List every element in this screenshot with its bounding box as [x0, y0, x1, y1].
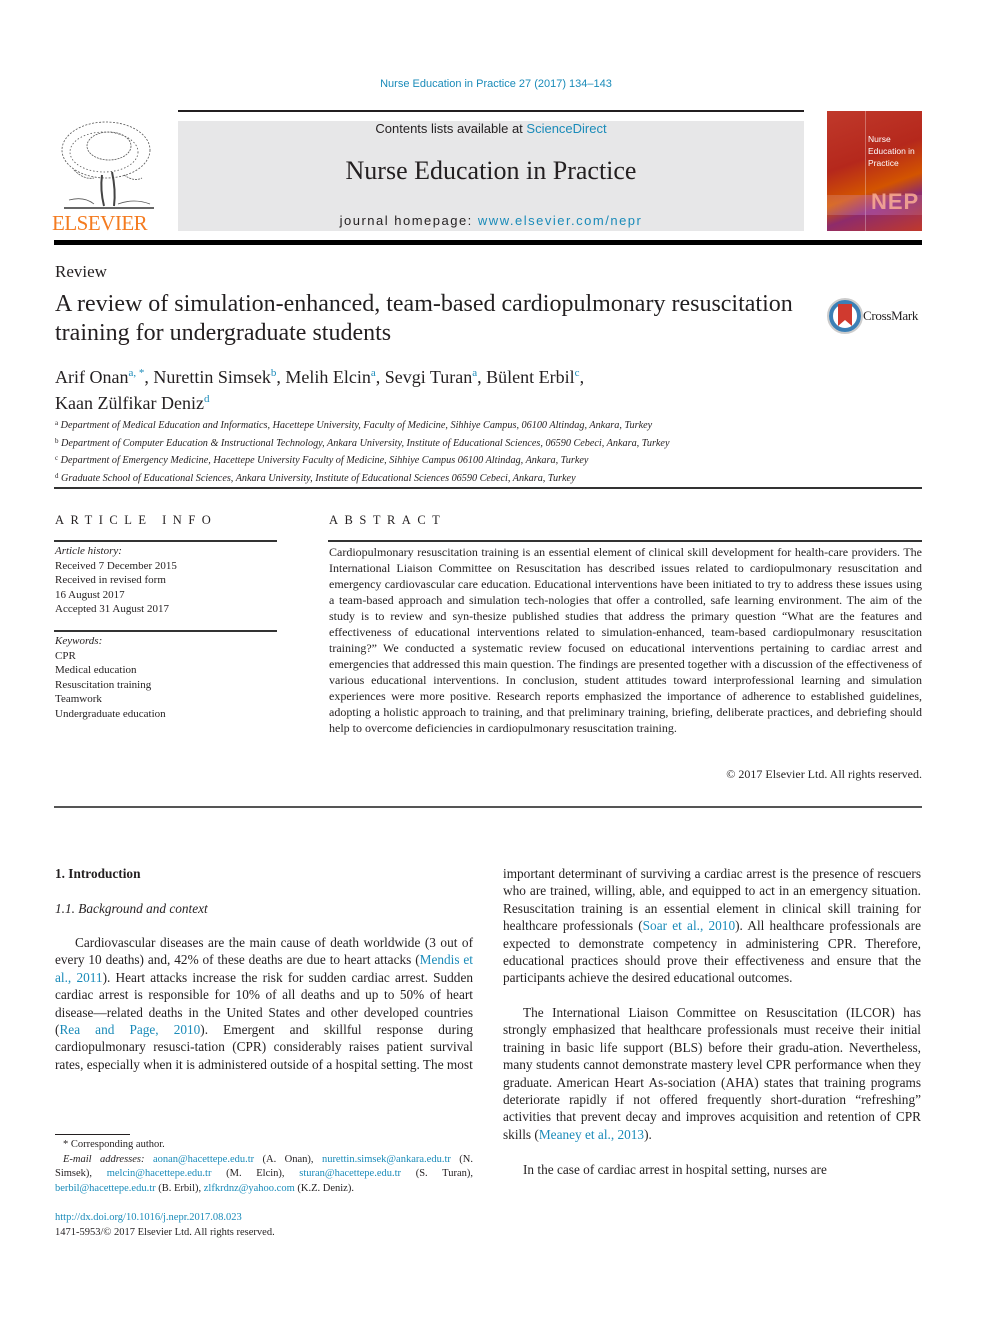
keywords-divider	[54, 630, 277, 632]
journal-title: Nurse Education in Practice	[345, 156, 637, 185]
keywords: Keywords: CPR Medical education Resuscit…	[55, 634, 275, 721]
footnotes: * Corresponding author. E-mail addresses…	[55, 1138, 473, 1196]
abstract-divider	[328, 540, 922, 542]
email-label: E-mail addresses:	[63, 1153, 145, 1165]
cover-title: Nurse Education in Practice	[868, 133, 915, 169]
issn-line: 1471-5953/© 2017 Elsevier Ltd. All right…	[55, 1226, 275, 1238]
affiliation-item: d Graduate School of Educational Science…	[55, 469, 915, 487]
email-link[interactable]: berbil@hacettepe.edu.tr	[55, 1183, 156, 1194]
affiliation-text: Department of Emergency Medicine, Hacett…	[60, 455, 589, 466]
homepage-prefix: journal homepage:	[339, 213, 478, 228]
body-paragraph: Cardiovascular diseases are the main cau…	[55, 934, 473, 1073]
email-owner: (S. Turan),	[401, 1168, 473, 1179]
author-name: Sevgi Turan	[384, 367, 473, 387]
author-name: Kaan Zülfikar Deniz	[55, 393, 204, 413]
affiliation-text: Department of Computer Education & Instr…	[61, 437, 670, 449]
affiliation-key: a	[55, 419, 59, 427]
abstract-text: Cardiopulmonary resuscitation training i…	[329, 545, 922, 735]
body-paragraph: In the case of cardiac arrest in hospita…	[523, 1162, 827, 1177]
author-name: Nurettin Simsek	[153, 367, 271, 387]
email-link[interactable]: nurettin.simsek@ankara.edu.tr	[322, 1154, 451, 1165]
front-matter-divider	[54, 806, 922, 808]
journal-homepage-line: journal homepage: www.elsevier.com/nepr	[178, 213, 804, 228]
doi-block: http://dx.doi.org/10.1016/j.nepr.2017.08…	[55, 1211, 275, 1240]
affiliation-list: a Department of Medical Education and In…	[55, 416, 915, 486]
contents-prefix: Contents lists available at	[375, 121, 527, 136]
author-affil-link[interactable]: b	[271, 367, 277, 379]
email-link[interactable]: zlfkrdnz@yahoo.com	[204, 1183, 295, 1194]
affiliation-text: Graduate School of Educational Sciences,…	[61, 472, 576, 484]
keyword-item: Resuscitation training	[55, 678, 152, 691]
email-link[interactable]: sturan@hacettepe.edu.tr	[299, 1168, 401, 1179]
email-link[interactable]: melcin@hacettepe.edu.tr	[107, 1168, 212, 1179]
abstract-heading: ABSTRACT	[329, 513, 447, 527]
author-list: Arif Onana, *, Nurettin Simsekb, Melih E…	[55, 367, 585, 413]
article-info-heading: ARTICLE INFO	[55, 513, 218, 527]
history-item: 16 August 2017	[55, 588, 125, 601]
abstract-copyright: © 2017 Elsevier Ltd. All rights reserved…	[726, 767, 922, 781]
article-type: Review	[55, 262, 107, 281]
paragraph-text: ).	[644, 1126, 652, 1142]
sciencedirect-link[interactable]: ScienceDirect	[526, 121, 606, 136]
crossmark-label[interactable]: CrossMark	[863, 308, 918, 324]
affiliation-key: c	[55, 454, 59, 462]
section-heading: 1. Introduction	[55, 866, 141, 881]
article-history: Article history: Received 7 December 201…	[55, 544, 275, 617]
email-addresses: E-mail addresses: aonan@hacettepe.edu.tr…	[55, 1153, 473, 1197]
keywords-label: Keywords:	[55, 635, 103, 647]
affiliation-key: d	[55, 471, 59, 480]
homepage-link[interactable]: www.elsevier.com/nepr	[478, 213, 642, 228]
keyword-item: Medical education	[55, 664, 137, 676]
journal-citation-link[interactable]: Nurse Education in Practice 27 (2017) 13…	[0, 78, 992, 90]
email-owner: (A. Onan),	[254, 1153, 322, 1165]
reference-link[interactable]: Rea and Page, 2010	[59, 1022, 200, 1037]
affiliation-item: c Department of Emergency Medicine, Hace…	[55, 451, 915, 469]
article-history-label: Article history:	[55, 545, 122, 557]
affiliation-item: a Department of Medical Education and In…	[55, 416, 915, 434]
reference-link[interactable]: Meaney et al., 2013	[539, 1127, 644, 1142]
paragraph-text: The International Liaison Committee on R…	[503, 1005, 921, 1142]
author-name: Bülent Erbil	[486, 367, 575, 387]
corresponding-author-note: * Corresponding author.	[63, 1139, 165, 1150]
author-affil-link[interactable]: c	[575, 367, 580, 379]
reference-link[interactable]: Soar et al., 2010	[643, 918, 735, 933]
history-item: Received 7 December 2015	[55, 559, 177, 572]
header-thick-divider	[54, 240, 922, 245]
journal-cover-image: Nurse Education in Practice NEP	[827, 111, 922, 231]
cover-acronym: NEP	[871, 189, 920, 214]
paragraph-text: Cardiovascular diseases are the main cau…	[55, 935, 473, 968]
affiliation-item: b Department of Computer Education & Ins…	[55, 434, 915, 452]
article-info-divider	[54, 540, 277, 542]
email-owner: (B. Erbil),	[155, 1182, 204, 1194]
contents-available-line: Contents lists available at ScienceDirec…	[178, 121, 804, 136]
subsection-heading: 1.1. Background and context	[55, 901, 208, 916]
email-owner: (K.Z. Deniz).	[294, 1182, 354, 1194]
cover-title-line: Education in	[868, 146, 915, 156]
author-affil-link[interactable]: a	[472, 367, 477, 379]
history-item: Received in revised form	[55, 574, 166, 586]
author-name: Melih Elcin	[285, 367, 371, 387]
author-affil-link[interactable]: a, *	[128, 367, 144, 379]
footnote-divider	[55, 1134, 130, 1135]
author-name: Arif Onan	[55, 367, 129, 387]
doi-link[interactable]: http://dx.doi.org/10.1016/j.nepr.2017.08…	[55, 1211, 275, 1226]
cover-title-line: Nurse	[868, 134, 891, 144]
affiliation-text: Department of Medical Education and Info…	[60, 420, 653, 431]
author-affil-link[interactable]: d	[204, 393, 210, 405]
body-paragraph: The International Liaison Committee on R…	[503, 1004, 921, 1143]
affiliation-key: b	[55, 436, 59, 445]
header-divider	[178, 110, 804, 112]
affiliation-divider	[54, 487, 922, 489]
author-affil-link[interactable]: a	[371, 367, 376, 379]
email-link[interactable]: aonan@hacettepe.edu.tr	[153, 1154, 254, 1165]
keyword-item: Teamwork	[55, 693, 102, 705]
history-item: Accepted 31 August 2017	[55, 603, 169, 615]
keyword-item: Undergraduate education	[55, 707, 166, 720]
article-title: A review of simulation-enhanced, team-ba…	[55, 291, 793, 346]
email-owner: (M. Elcin),	[211, 1168, 300, 1179]
elsevier-wordmark: ELSEVIER	[52, 211, 148, 235]
cover-title-line: Practice	[868, 158, 899, 168]
body-paragraph: important determinant of surviving a car…	[503, 865, 921, 987]
keyword-item: CPR	[55, 649, 76, 662]
